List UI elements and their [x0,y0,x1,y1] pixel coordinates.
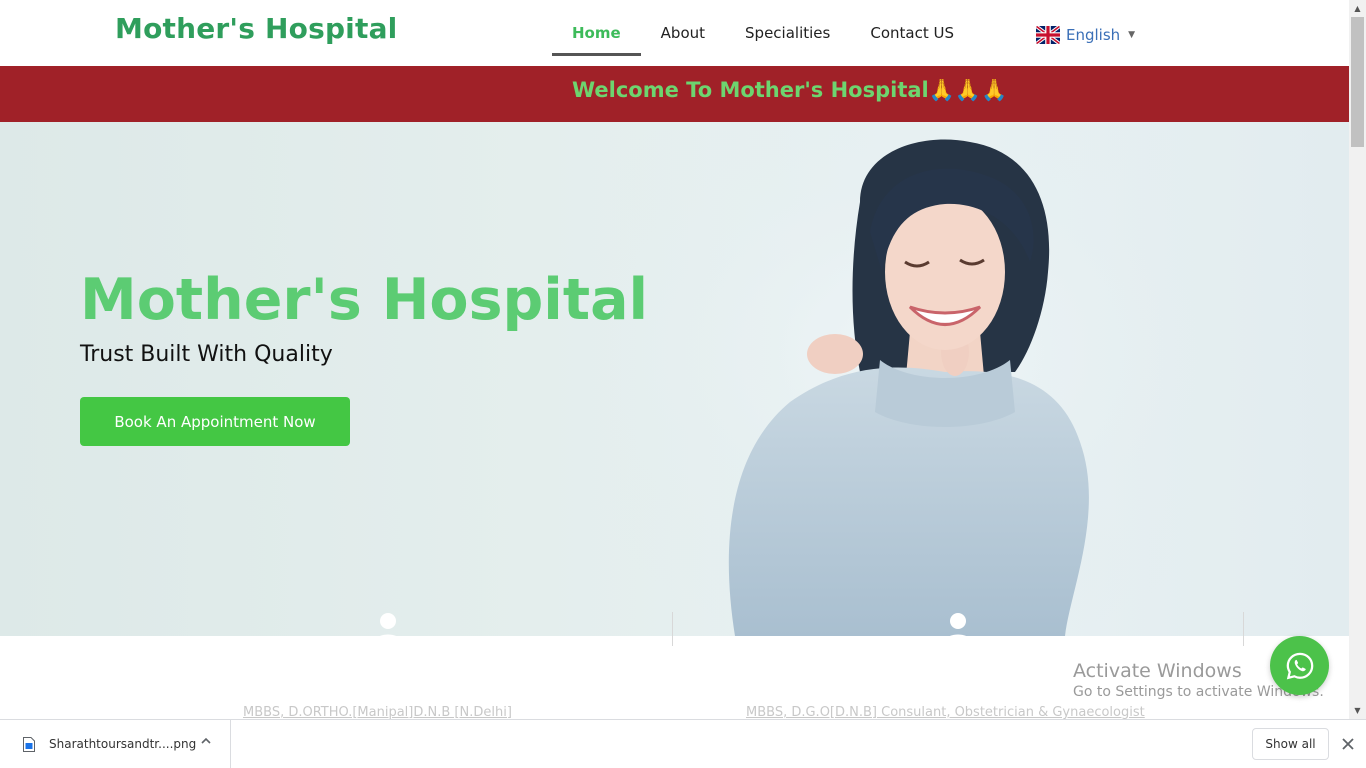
doctor-divider [1243,612,1244,646]
site-logo[interactable]: Mother's Hospital [115,12,397,45]
chevron-up-icon[interactable] [199,734,213,748]
nav-specialities[interactable]: Specialities [721,0,850,56]
scrollbar-thumb[interactable] [1351,17,1364,147]
hero-title: Mother's Hospital [80,267,649,333]
language-label: English [1066,26,1121,44]
scroll-down-icon[interactable]: ▼ [1349,702,1366,719]
image-file-icon [23,737,35,752]
caret-down-icon: ▼ [1128,30,1136,40]
hero-woman-image [560,122,1200,636]
doctor-qualification[interactable]: MBBS, D.G.O[D.N.B] Consulant, Obstetrici… [746,705,1145,720]
doctor-avatar-icon [375,613,401,642]
whatsapp-button[interactable] [1270,636,1329,695]
nav-home[interactable]: Home [552,0,641,56]
scroll-up-icon[interactable]: ▲ [1349,0,1366,17]
whatsapp-icon [1286,652,1313,679]
main-nav: Home About Specialities Contact US [552,0,974,56]
doctor-qualification[interactable]: MBBS, D.ORTHO.[Manipal]D.N.B [N.Delhi] [243,705,512,720]
page-scrollbar[interactable]: ▲ ▼ [1349,0,1366,719]
hero-section: Mother's Hospital Trust Built With Quali… [0,122,1349,636]
nav-about[interactable]: About [641,0,721,56]
doctor-divider [672,612,673,646]
welcome-marquee-text: Welcome To Mother's Hospital🙏🙏🙏 [572,78,1008,102]
language-selector[interactable]: English ▼ [1036,26,1135,44]
close-icon[interactable] [1340,736,1356,752]
download-bar: Sharathtoursandtr....png Show all [0,719,1366,768]
hero-subtitle: Trust Built With Quality [80,342,333,367]
download-file-name: Sharathtoursandtr....png [49,737,197,751]
welcome-banner: Welcome To Mother's Hospital🙏🙏🙏 [0,66,1349,122]
site-header: Mother's Hospital Home About Specialitie… [0,0,1349,66]
nav-contact-us[interactable]: Contact US [850,0,974,56]
uk-flag-icon [1036,26,1060,44]
doctor-avatar-icon [945,613,971,642]
download-item[interactable]: Sharathtoursandtr....png [0,720,231,768]
show-all-button[interactable]: Show all [1252,728,1329,760]
book-appointment-button[interactable]: Book An Appointment Now [80,397,350,446]
